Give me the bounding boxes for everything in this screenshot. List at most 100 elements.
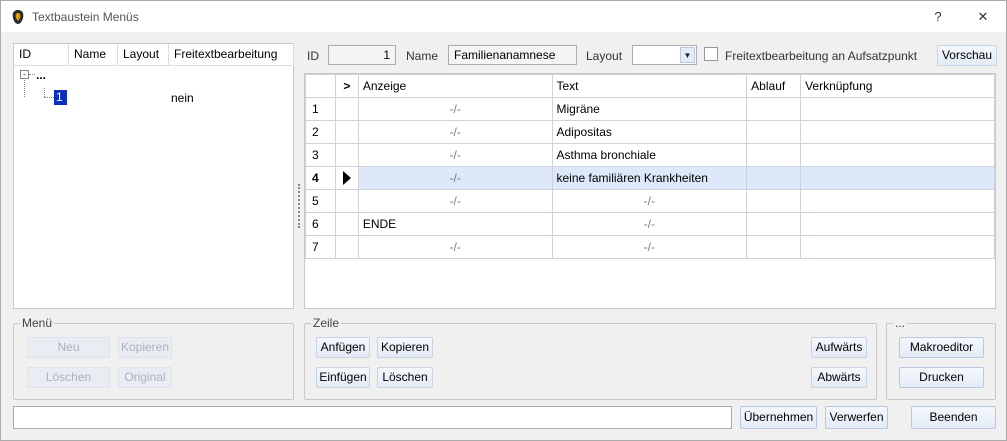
grid-header-marker[interactable]: > [334,74,359,98]
name-field[interactable]: Familienanamnese [448,45,577,65]
table-row[interactable]: 7 -/- -/- [305,235,995,259]
tree-header-freitext[interactable]: Freitextbearbeitung [169,44,294,66]
move-down-button[interactable]: Abwärts [811,367,867,388]
cell-ablauf[interactable] [746,120,802,144]
menu-tree-panel[interactable]: ID Name Layout Freitextbearbeitung - ...… [13,43,294,309]
menu-group-label: Menü [20,316,55,330]
cell-verknuepfung[interactable] [800,235,995,259]
grid-header-row: > Anzeige Text Ablauf Verknüpfung [305,74,995,98]
cell-verknuepfung[interactable] [800,212,995,236]
new-menu-button[interactable]: Neu [27,337,110,358]
chevron-down-icon[interactable]: ▼ [680,47,695,63]
grid-header-rownum [305,74,336,98]
id-label: ID [307,49,319,63]
name-label: Name [406,49,439,63]
cell-anzeige[interactable]: -/- [357,120,553,144]
grid-header-text[interactable]: Text [551,74,748,98]
row-number[interactable]: 2 [305,120,336,144]
cell-anzeige[interactable]: -/- [357,143,553,167]
row-group: Zeile Anfügen Kopieren Einfügen Löschen … [304,316,877,400]
tree-connector-vertical [24,80,25,97]
print-button[interactable]: Drucken [899,367,984,388]
row-number[interactable]: 6 [305,212,336,236]
copy-row-button[interactable]: Kopieren [377,337,433,358]
current-row-arrow-icon [342,171,351,186]
cell-verknuepfung[interactable] [800,120,995,144]
table-row[interactable]: 1 -/- Migräne [305,97,995,121]
tree-header-layout[interactable]: Layout [118,44,169,66]
freitext-checkbox[interactable] [704,47,718,61]
move-up-button[interactable]: Aufwärts [811,337,867,358]
delete-row-button[interactable]: Löschen [377,367,433,388]
exit-button[interactable]: Beenden [911,406,996,429]
layout-select[interactable]: ▼ [632,45,697,65]
cell-text[interactable]: -/- [551,235,748,259]
cell-verknuepfung[interactable] [800,143,995,167]
cell-text[interactable]: keine familiären Krankheiten [551,166,748,190]
cell-text[interactable]: Asthma bronchiale [551,143,748,167]
tree-connector-branch [44,88,45,97]
row-number[interactable]: 3 [305,143,336,167]
cell-ablauf[interactable] [746,212,802,236]
macro-editor-button[interactable]: Makroeditor [899,337,984,358]
cell-anzeige[interactable]: -/- [357,166,553,190]
extras-group: ... Makroeditor Drucken [886,316,996,400]
preview-button[interactable]: Vorschau [937,45,997,66]
tree-node-id[interactable]: 1 [54,90,67,105]
cell-anzeige[interactable]: -/- [357,235,553,259]
discard-button[interactable]: Verwerfen [825,406,888,429]
table-row[interactable]: 2 -/- Adipositas [305,120,995,144]
cell-ablauf[interactable] [746,97,802,121]
tree-header-name[interactable]: Name [69,44,118,66]
splitter-handle[interactable] [298,184,300,228]
status-field [13,406,732,429]
grid-header-verknuepfung[interactable]: Verknüpfung [800,74,995,98]
row-marker [334,166,359,190]
tree-root-label[interactable]: ... [36,68,46,82]
table-row[interactable]: 3 -/- Asthma bronchiale [305,143,995,167]
close-button[interactable]: ✕ [968,6,998,28]
cell-text[interactable]: Migräne [551,97,748,121]
grid-header-ablauf[interactable]: Ablauf [746,74,802,98]
row-number[interactable]: 7 [305,235,336,259]
append-row-button[interactable]: Anfügen [316,337,370,358]
row-marker [334,143,359,167]
help-button[interactable]: ? [923,6,953,28]
layout-label: Layout [586,49,623,63]
tree-connector-leaf [44,97,54,98]
original-menu-button[interactable]: Original [118,367,172,388]
insert-row-button[interactable]: Einfügen [316,367,370,388]
cell-verknuepfung[interactable] [800,166,995,190]
title-bar: Textbaustein Menüs ? ✕ [1,1,1006,32]
table-row-selected[interactable]: 4 -/- keine familiären Krankheiten [305,166,995,190]
cell-anzeige[interactable]: ENDE [357,212,553,236]
apply-button[interactable]: Übernehmen [740,406,817,429]
cell-verknuepfung[interactable] [800,189,995,213]
id-field[interactable]: 1 [328,45,396,65]
tree-expand-icon[interactable]: - [20,70,29,79]
row-number[interactable]: 4 [305,166,336,190]
copy-menu-button[interactable]: Kopieren [118,337,172,358]
cell-ablauf[interactable] [746,166,802,190]
row-marker [334,235,359,259]
cell-text[interactable]: Adipositas [551,120,748,144]
delete-menu-button[interactable]: Löschen [27,367,110,388]
table-row[interactable]: 6 ENDE -/- [305,212,995,236]
cell-ablauf[interactable] [746,235,802,259]
menu-group: Menü Neu Kopieren Löschen Original [13,316,294,400]
cell-anzeige[interactable]: -/- [357,189,553,213]
text-grid-panel[interactable]: > Anzeige Text Ablauf Verknüpfung 1 -/- … [304,73,996,309]
cell-ablauf[interactable] [746,189,802,213]
cell-verknuepfung[interactable] [800,97,995,121]
cell-text[interactable]: -/- [551,189,748,213]
row-group-label: Zeile [311,316,342,330]
tree-header-id[interactable]: ID [14,44,69,66]
grid-header-anzeige[interactable]: Anzeige [357,74,553,98]
cell-anzeige[interactable]: -/- [357,97,553,121]
tree-connector [29,74,35,75]
row-number[interactable]: 5 [305,189,336,213]
table-row[interactable]: 5 -/- -/- [305,189,995,213]
cell-text[interactable]: -/- [551,212,748,236]
cell-ablauf[interactable] [746,143,802,167]
row-number[interactable]: 1 [305,97,336,121]
